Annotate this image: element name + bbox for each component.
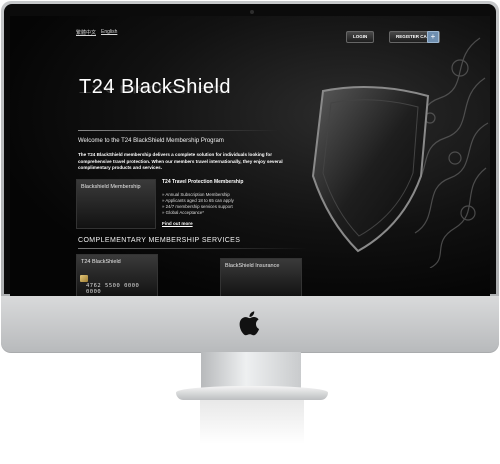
list-item: Global Acceptance* xyxy=(162,210,234,216)
page-title-reflection: T24 BlackShield xyxy=(79,82,224,95)
divider xyxy=(78,130,278,131)
welcome-heading: Welcome to the T24 BlackShield Membershi… xyxy=(78,138,224,144)
stand-reflection xyxy=(200,400,304,444)
card-chip-icon xyxy=(80,275,88,282)
section-title: COMPLEMENTARY MEMBERSHIP SERVICES xyxy=(78,237,241,244)
language-zh-link[interactable]: 繁體中文 xyxy=(76,29,96,36)
divider xyxy=(78,248,308,249)
plus-icon[interactable]: + xyxy=(427,31,439,43)
blackshield-insurance-thumbnail[interactable]: BlackShield Insurance xyxy=(220,258,302,296)
apple-logo-icon xyxy=(239,311,260,336)
camera-icon xyxy=(250,10,254,14)
card-number: 4762 5500 0000 0000 xyxy=(86,283,140,295)
login-button[interactable]: LOGIN xyxy=(346,31,375,43)
promo-bullet-list: Annual Subscription Membership Applicant… xyxy=(162,192,234,216)
insurance-label: BlackShield Insurance xyxy=(225,263,280,269)
find-out-more-link[interactable]: Find out more xyxy=(162,221,193,226)
language-en-link[interactable]: English xyxy=(101,29,117,35)
blackshield-membership-thumbnail[interactable]: Blackshield Membership xyxy=(76,179,156,229)
thumbnail-label: Blackshield Membership xyxy=(81,184,141,190)
website-screen: 繁體中文 English LOGIN REGISTER CARD + T24 B… xyxy=(10,16,490,296)
intro-paragraph: The T24 BlackShield membership delivers … xyxy=(78,152,283,170)
promo-title: T24 Travel Protection Membership xyxy=(162,179,244,185)
login-label: LOGIN xyxy=(353,34,368,39)
shield-emblem-icon xyxy=(311,86,430,253)
blackshield-card-thumbnail[interactable]: T24 BlackShield 4762 5500 0000 0000 xyxy=(76,254,158,296)
card-label: T24 BlackShield xyxy=(81,259,121,265)
monitor-stand-base xyxy=(176,386,328,400)
